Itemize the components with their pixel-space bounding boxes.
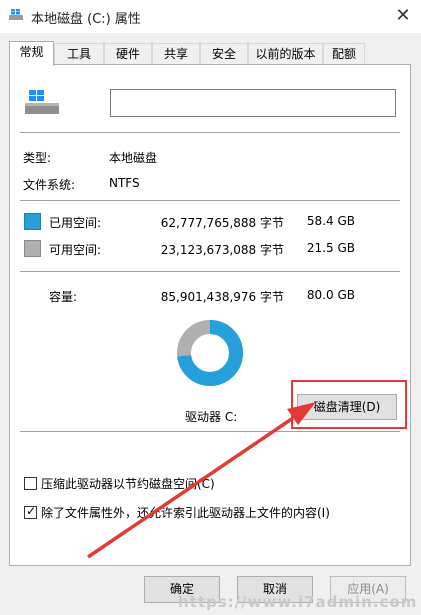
compress-label[interactable]: 压缩此驱动器以节约磁盘空间(C) <box>41 475 215 492</box>
check-mark-icon: ✓ <box>26 504 37 518</box>
drive-large-icon <box>25 90 59 114</box>
separator <box>20 431 400 432</box>
free-space-bytes: 23,123,673,088 字节 <box>160 243 284 257</box>
drive-icon <box>9 9 23 20</box>
used-space-label: 已用空间: <box>49 216 102 230</box>
free-space-swatch <box>24 240 41 257</box>
general-panel: 类型: 本地磁盘 文件系统: NTFS 已用空间: 62,777,765,888… <box>9 64 411 566</box>
window-title: 本地磁盘 (C:) 属性 <box>31 12 141 27</box>
filesystem-label: 文件系统: <box>23 178 76 192</box>
separator <box>20 200 400 201</box>
tab-hardware[interactable]: 硬件 <box>104 43 152 64</box>
compress-checkbox[interactable] <box>24 477 37 490</box>
tab-previous-versions[interactable]: 以前的版本 <box>248 43 323 64</box>
filesystem-value: NTFS <box>109 176 140 190</box>
tab-tools[interactable]: 工具 <box>54 43 104 64</box>
used-space-swatch <box>24 213 41 230</box>
title-bar: 本地磁盘 (C:) 属性 ✕ <box>0 0 421 33</box>
volume-label-input[interactable] <box>110 89 396 117</box>
index-label[interactable]: 除了文件属性外，还允许索引此驱动器上文件的内容(I) <box>41 504 330 521</box>
capacity-size: 80.0 GB <box>306 288 355 302</box>
free-space-size: 21.5 GB <box>306 241 355 255</box>
capacity-bytes: 85,901,438,976 字节 <box>160 290 284 304</box>
usage-donut-chart <box>177 320 243 386</box>
free-space-label: 可用空间: <box>49 243 102 257</box>
separator <box>20 132 400 133</box>
tab-security[interactable]: 安全 <box>200 43 248 64</box>
watermark: https://www.i7admin.com <box>178 593 418 611</box>
used-space-bytes: 62,777,765,888 字节 <box>160 216 284 230</box>
tab-quota[interactable]: 配额 <box>323 43 365 64</box>
type-value: 本地磁盘 <box>109 151 158 165</box>
index-checkbox[interactable]: ✓ <box>24 504 37 519</box>
separator <box>20 271 400 272</box>
used-space-size: 58.4 GB <box>306 214 355 228</box>
close-icon[interactable]: ✕ <box>389 4 417 28</box>
tab-sharing[interactable]: 共享 <box>152 43 200 64</box>
drive-letter-label: 驱动器 C: <box>185 410 238 424</box>
capacity-label: 容量: <box>49 290 78 304</box>
highlight-box <box>291 380 407 429</box>
tab-general[interactable]: 常规 <box>9 41 54 66</box>
type-label: 类型: <box>23 151 52 165</box>
